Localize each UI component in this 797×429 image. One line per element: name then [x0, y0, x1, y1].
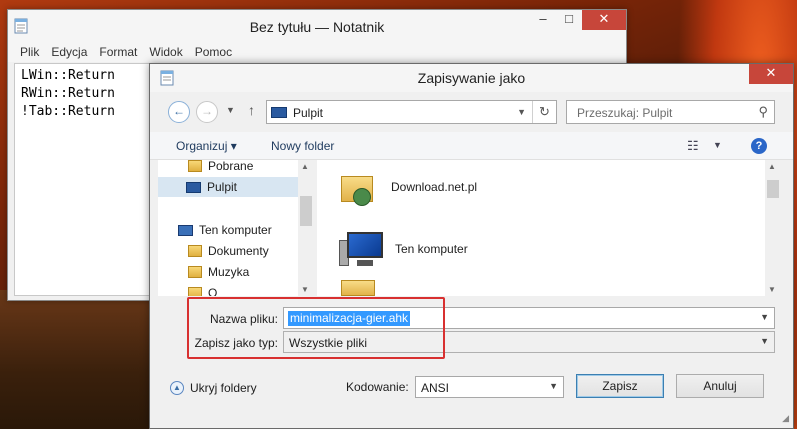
chevron-down-icon[interactable]: ▼ — [517, 107, 526, 117]
nav-item-dokumenty[interactable]: Dokumenty — [188, 241, 269, 261]
desktop-icon — [186, 181, 201, 193]
maximize-button[interactable]: □ — [556, 10, 582, 30]
address-bar[interactable]: Pulpit ▼ ↻ — [266, 100, 557, 124]
nav-item-label: Dokumenty — [208, 244, 269, 258]
cancel-button[interactable]: Anuluj — [676, 374, 764, 398]
file-name: Ten komputer — [395, 242, 468, 256]
notepad-menubar: Plik Edycja Format Widok Pomoc — [8, 42, 626, 62]
menu-view[interactable]: Widok — [143, 42, 188, 62]
file-item-computer[interactable]: Ten komputer — [339, 230, 468, 268]
music-folder-icon — [188, 266, 202, 278]
resize-grip-icon[interactable]: ◢ — [782, 413, 789, 424]
save-as-dialog: Zapisywanie jako ✕ ← → ▼ ↑ Pulpit ▼ ↻ Pr… — [149, 63, 794, 429]
back-arrow-icon[interactable]: ← — [168, 101, 190, 123]
encoding-value: ANSI — [421, 381, 450, 395]
chevron-down-icon[interactable]: ▼ — [760, 336, 769, 346]
refresh-icon[interactable]: ↻ — [532, 101, 556, 123]
save-button[interactable]: Zapisz — [576, 374, 664, 398]
user-folder-icon — [339, 168, 375, 206]
nav-item-partial[interactable]: O — [188, 283, 217, 296]
search-placeholder: Przeszukaj: Pulpit — [577, 106, 673, 120]
organize-button[interactable]: Organizuj ▾ — [176, 139, 237, 153]
file-item-download[interactable]: Download.net.pl — [339, 168, 477, 206]
hide-folders-label: Ukryj foldery — [190, 381, 257, 395]
view-options-icon[interactable]: ☷ — [687, 138, 699, 154]
documents-folder-icon — [188, 245, 202, 257]
scroll-down-icon[interactable]: ▼ — [768, 285, 776, 294]
nav-item-pulpit[interactable]: Pulpit — [158, 177, 298, 197]
annotation-highlight-box — [187, 297, 445, 359]
nav-item-pobrane[interactable]: Pobrane — [188, 160, 253, 176]
scrollbar-thumb[interactable] — [767, 180, 779, 198]
computer-icon — [178, 224, 193, 236]
dialog-title: Zapisywanie jako — [417, 70, 526, 86]
navigation-scrollbar[interactable]: ▲ ▼ — [298, 160, 314, 296]
search-icon: ⚲ — [758, 104, 768, 119]
new-folder-button[interactable]: Nowy folder — [271, 139, 334, 153]
menu-format[interactable]: Format — [93, 42, 143, 62]
computer-icon — [339, 230, 383, 268]
file-list-scrollbar[interactable]: ▲ ▼ — [765, 160, 781, 296]
encoding-select[interactable]: ANSI ▼ — [415, 376, 564, 398]
dialog-titlebar[interactable]: Zapisywanie jako ✕ — [150, 64, 793, 92]
hide-folders-button[interactable]: ▲ Ukryj foldery — [170, 381, 257, 395]
nav-item-ten-komputer[interactable]: Ten komputer — [178, 220, 272, 240]
encoding-label: Kodowanie: — [346, 380, 409, 394]
help-icon[interactable]: ? — [751, 138, 767, 154]
close-button[interactable]: ✕ — [582, 10, 626, 30]
scroll-down-icon[interactable]: ▼ — [301, 285, 309, 294]
scroll-up-icon[interactable]: ▲ — [301, 162, 309, 171]
scrollbar-thumb[interactable] — [300, 196, 312, 226]
address-text: Pulpit — [293, 106, 324, 120]
chevron-down-icon[interactable]: ▼ — [713, 140, 722, 150]
chevron-up-icon: ▲ — [170, 381, 184, 395]
menu-edit[interactable]: Edycja — [45, 42, 93, 62]
dialog-footer: ▲ Ukryj foldery Kodowanie: ANSI ▼ Zapisz… — [150, 369, 793, 409]
dialog-close-button[interactable]: ✕ — [749, 64, 793, 84]
search-box[interactable]: Przeszukaj: Pulpit ⚲ — [566, 100, 775, 124]
minimize-button[interactable]: – — [530, 10, 556, 30]
desktop-icon — [271, 107, 287, 118]
file-list: Download.net.pl Ten komputer — [317, 160, 765, 296]
navigation-bar: ← → ▼ ↑ Pulpit ▼ ↻ Przeszukaj: Pulpit ⚲ — [150, 97, 793, 127]
menu-help[interactable]: Pomoc — [189, 42, 238, 62]
up-arrow-icon[interactable]: ↑ — [248, 102, 255, 118]
command-toolbar: Organizuj ▾ Nowy folder ☷ ▼ ? — [150, 132, 793, 160]
folder-download-icon — [188, 160, 202, 172]
folder-icon — [188, 287, 202, 296]
notepad-titlebar[interactable]: Bez tytułu — Notatnik – □ ✕ — [8, 10, 626, 42]
wallpaper-ground — [0, 290, 160, 429]
scroll-up-icon[interactable]: ▲ — [768, 162, 776, 171]
nav-item-label: Pobrane — [208, 160, 254, 173]
forward-arrow-icon[interactable]: → — [196, 101, 218, 123]
chevron-down-icon[interactable]: ▼ — [549, 381, 558, 391]
chevron-down-icon[interactable]: ▼ — [760, 312, 769, 322]
nav-item-label: O — [208, 286, 218, 296]
nav-item-muzyka[interactable]: Muzyka — [188, 262, 249, 282]
navigation-pane: Pobrane Pulpit Ten komputer Dokumenty Mu… — [158, 160, 314, 296]
folder-icon[interactable] — [341, 280, 375, 296]
menu-file[interactable]: Plik — [14, 42, 45, 62]
nav-item-label: Pulpit — [207, 180, 238, 194]
nav-item-label: Muzyka — [208, 265, 250, 279]
recent-locations-chevron-icon[interactable]: ▼ — [226, 105, 235, 115]
nav-item-label: Ten komputer — [199, 223, 272, 237]
file-name: Download.net.pl — [391, 180, 478, 194]
